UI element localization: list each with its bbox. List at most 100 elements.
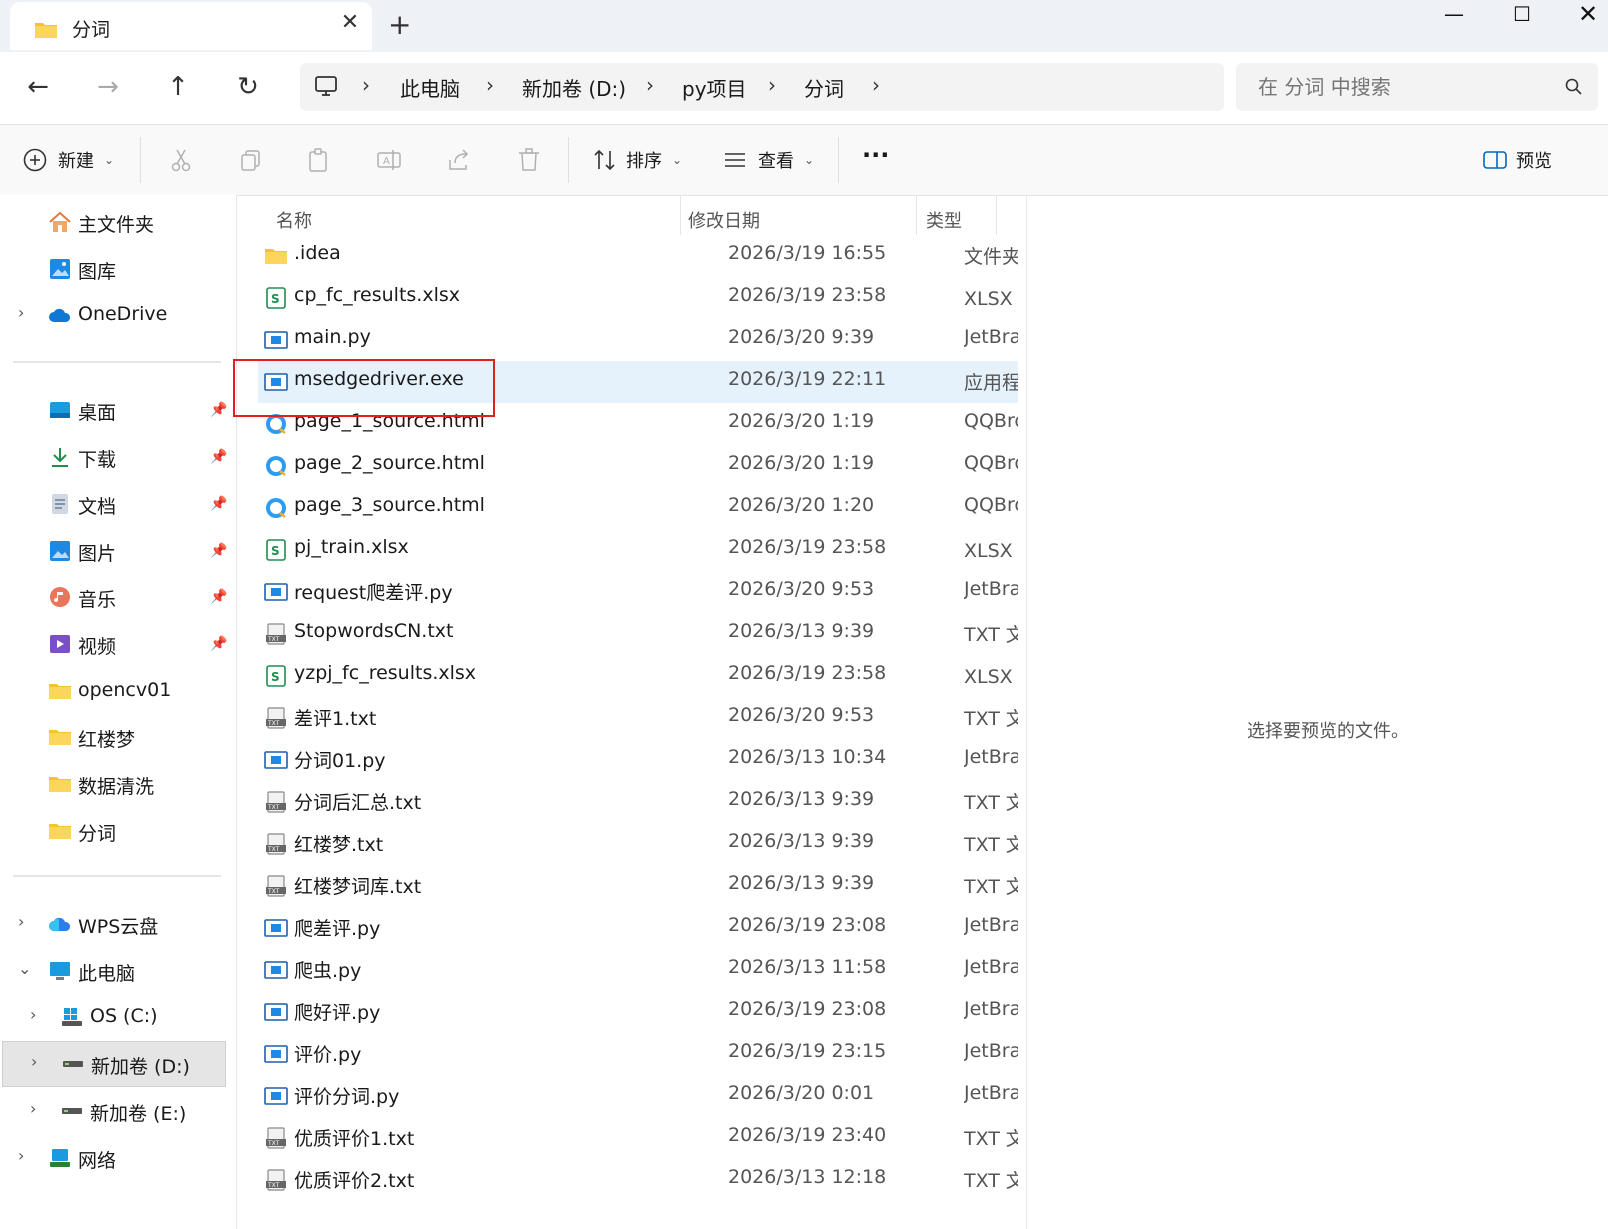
chevron-right-icon[interactable]: ›	[31, 1052, 37, 1071]
pin-icon[interactable]: 📌	[210, 636, 227, 652]
address-bar[interactable]: › 此电脑 › 新加卷 (D:) › py项目 › 分词 ›	[300, 63, 1224, 111]
search-icon[interactable]	[1564, 77, 1584, 97]
cut-icon[interactable]	[168, 147, 194, 173]
pin-icon[interactable]: 📌	[210, 402, 227, 418]
sidebar-item-folder[interactable]: 红楼梦	[0, 717, 236, 757]
copy-icon[interactable]	[238, 147, 264, 173]
sidebar-item-drive-e[interactable]: › 新加卷 (E:)	[0, 1091, 236, 1131]
paste-icon[interactable]	[306, 147, 332, 173]
file-row[interactable]: 分词01.py 2026/3/13 10:34 JetBrains	[258, 739, 1018, 781]
breadcrumb-drive-d[interactable]: 新加卷 (D:)	[522, 73, 626, 102]
chevron-right-icon[interactable]: ›	[30, 1005, 36, 1024]
sidebar-item-folder[interactable]: 分词	[0, 811, 236, 851]
file-row[interactable]: .idea 2026/3/19 16:55 文件夹	[258, 235, 1018, 277]
refresh-button[interactable]: ↻	[228, 72, 268, 106]
minimize-button[interactable]: —	[1424, 2, 1484, 32]
file-row[interactable]: Scp_fc_results.xlsx 2026/3/19 23:58 XLSX 工…	[258, 277, 1018, 319]
file-row[interactable]: page_2_source.html 2026/3/20 1:19 QQBrowse…	[258, 445, 1018, 487]
close-window-button[interactable]: ✕	[1558, 0, 1608, 30]
chevron-down-icon[interactable]: ⌄	[18, 959, 31, 978]
breadcrumb-py-project[interactable]: py项目	[682, 73, 747, 102]
column-divider[interactable]	[996, 195, 997, 235]
breadcrumb-separator[interactable]: ›	[362, 73, 370, 97]
breadcrumb-separator[interactable]: ›	[872, 73, 880, 97]
file-row[interactable]: 评价.py 2026/3/19 23:15 JetBrains	[258, 1033, 1018, 1075]
file-row[interactable]: TXT 优质评价2.txt 2026/3/13 12:18 TXT 文本	[258, 1159, 1018, 1201]
sidebar-item-drive-d[interactable]: › 新加卷 (D:)	[2, 1041, 226, 1087]
preview-label: 预览	[1516, 151, 1552, 172]
file-row[interactable]: request爬差评.py 2026/3/20 9:53 JetBrains	[258, 571, 1018, 613]
pin-icon[interactable]: 📌	[210, 496, 227, 512]
up-button[interactable]: ↑	[158, 72, 198, 106]
file-row[interactable]: page_3_source.html 2026/3/20 1:20 QQBrowse…	[258, 487, 1018, 529]
monitor-icon[interactable]	[314, 75, 338, 97]
sidebar-item-network[interactable]: › 网络	[0, 1138, 236, 1178]
pin-icon[interactable]: 📌	[210, 543, 227, 559]
chevron-right-icon[interactable]: ›	[18, 303, 24, 322]
file-row[interactable]: 爬虫.py 2026/3/13 11:58 JetBrains	[258, 949, 1018, 991]
sidebar-item-os-c[interactable]: › OS (C:)	[0, 997, 236, 1037]
column-divider[interactable]	[916, 195, 917, 235]
file-row[interactable]: TXT 红楼梦.txt 2026/3/13 9:39 TXT 文本	[258, 823, 1018, 865]
sidebar-item-documents[interactable]: 文档 📌	[0, 484, 236, 524]
column-header-type[interactable]: 类型	[926, 207, 962, 233]
file-row[interactable]: TXT 分词后汇总.txt 2026/3/13 9:39 TXT 文本	[258, 781, 1018, 823]
search-input[interactable]	[1256, 71, 1560, 103]
search-box[interactable]	[1236, 63, 1598, 111]
chevron-right-icon[interactable]: ›	[18, 912, 24, 931]
file-row[interactable]: TXT 优质评价1.txt 2026/3/19 23:40 TXT 文本	[258, 1117, 1018, 1159]
chevron-right-icon[interactable]: ›	[30, 1099, 36, 1118]
share-icon[interactable]	[446, 147, 472, 173]
tab-active[interactable]: 分词 ✕	[10, 2, 372, 50]
tab-close-icon[interactable]: ✕	[336, 10, 364, 35]
new-button[interactable]: 新建 ⌄	[18, 125, 128, 195]
file-row[interactable]: 爬差评.py 2026/3/19 23:08 JetBrains	[258, 907, 1018, 949]
sidebar-item-desktop[interactable]: 桌面 📌	[0, 390, 236, 430]
sidebar-item-wps-cloud[interactable]: › WPS云盘	[0, 904, 236, 944]
file-type: XLSX 工作表	[964, 540, 1018, 562]
maximize-button[interactable]: ☐	[1492, 2, 1552, 32]
file-row[interactable]: 爬好评.py 2026/3/19 23:08 JetBrains	[258, 991, 1018, 1033]
forward-button[interactable]: →	[88, 72, 128, 106]
file-list: ⌃ 名称 修改日期 类型 .idea 2026/3/19 16:55 文件夹 Scp_…	[236, 195, 1026, 1229]
breadcrumb-separator[interactable]: ›	[768, 73, 776, 97]
sidebar-item-videos[interactable]: 视频 📌	[0, 624, 236, 664]
more-options-button[interactable]: ···	[862, 141, 889, 169]
new-tab-button[interactable]: +	[388, 8, 411, 41]
file-row[interactable]: main.py 2026/3/20 9:39 JetBrains	[258, 319, 1018, 361]
breadcrumb-separator[interactable]: ›	[486, 73, 494, 97]
sort-button[interactable]: 排序 ⌄	[590, 125, 700, 195]
column-header-name[interactable]: 名称	[276, 207, 312, 233]
breadcrumb-this-pc[interactable]: 此电脑	[400, 73, 460, 102]
file-row[interactable]: TXT 红楼梦词库.txt 2026/3/13 9:39 TXT 文本	[258, 865, 1018, 907]
file-row[interactable]: 评价分词.py 2026/3/20 0:01 JetBrains	[258, 1075, 1018, 1117]
sidebar-item-gallery[interactable]: 图库	[0, 249, 236, 289]
pin-icon[interactable]: 📌	[210, 449, 227, 465]
view-button[interactable]: 查看 ⌄	[720, 125, 830, 195]
sidebar-item-folder[interactable]: 数据清洗	[0, 764, 236, 804]
sidebar-item-pictures[interactable]: 图片 📌	[0, 531, 236, 571]
sidebar-item-folder[interactable]: opencv01	[0, 671, 236, 711]
delete-icon[interactable]	[516, 147, 542, 173]
sidebar-item-downloads[interactable]: 下载 📌	[0, 437, 236, 477]
sidebar-item-onedrive[interactable]: › OneDrive	[0, 295, 236, 335]
back-button[interactable]: ←	[18, 72, 58, 106]
txt-icon: TXT	[266, 791, 286, 813]
file-row[interactable]: TXT 差评1.txt 2026/3/20 9:53 TXT 文本	[258, 697, 1018, 739]
download-icon	[52, 448, 68, 467]
sidebar-item-music[interactable]: 音乐 📌	[0, 577, 236, 617]
rename-icon[interactable]: A	[376, 147, 402, 173]
pin-icon[interactable]: 📌	[210, 589, 227, 605]
column-header-date[interactable]: 修改日期	[688, 207, 760, 233]
file-row[interactable]: Spj_train.xlsx 2026/3/19 23:58 XLSX 工作表	[258, 529, 1018, 571]
breadcrumb-separator[interactable]: ›	[646, 73, 654, 97]
file-row[interactable]: Syzpj_fc_results.xlsx 2026/3/19 23:58 XLSX…	[258, 655, 1018, 697]
column-divider[interactable]	[680, 195, 681, 235]
sidebar-item-this-pc[interactable]: ⌄ 此电脑	[0, 951, 236, 991]
file-row[interactable]: TXT StopwordsCN.txt 2026/3/13 9:39 TXT 文本	[258, 613, 1018, 655]
file-name: 红楼梦词库.txt	[294, 876, 422, 898]
sidebar-item-home[interactable]: 主文件夹	[0, 202, 236, 242]
preview-pane-button[interactable]: 预览	[1480, 125, 1590, 195]
breadcrumb-fenci[interactable]: 分词	[804, 73, 844, 102]
chevron-right-icon[interactable]: ›	[18, 1146, 24, 1165]
